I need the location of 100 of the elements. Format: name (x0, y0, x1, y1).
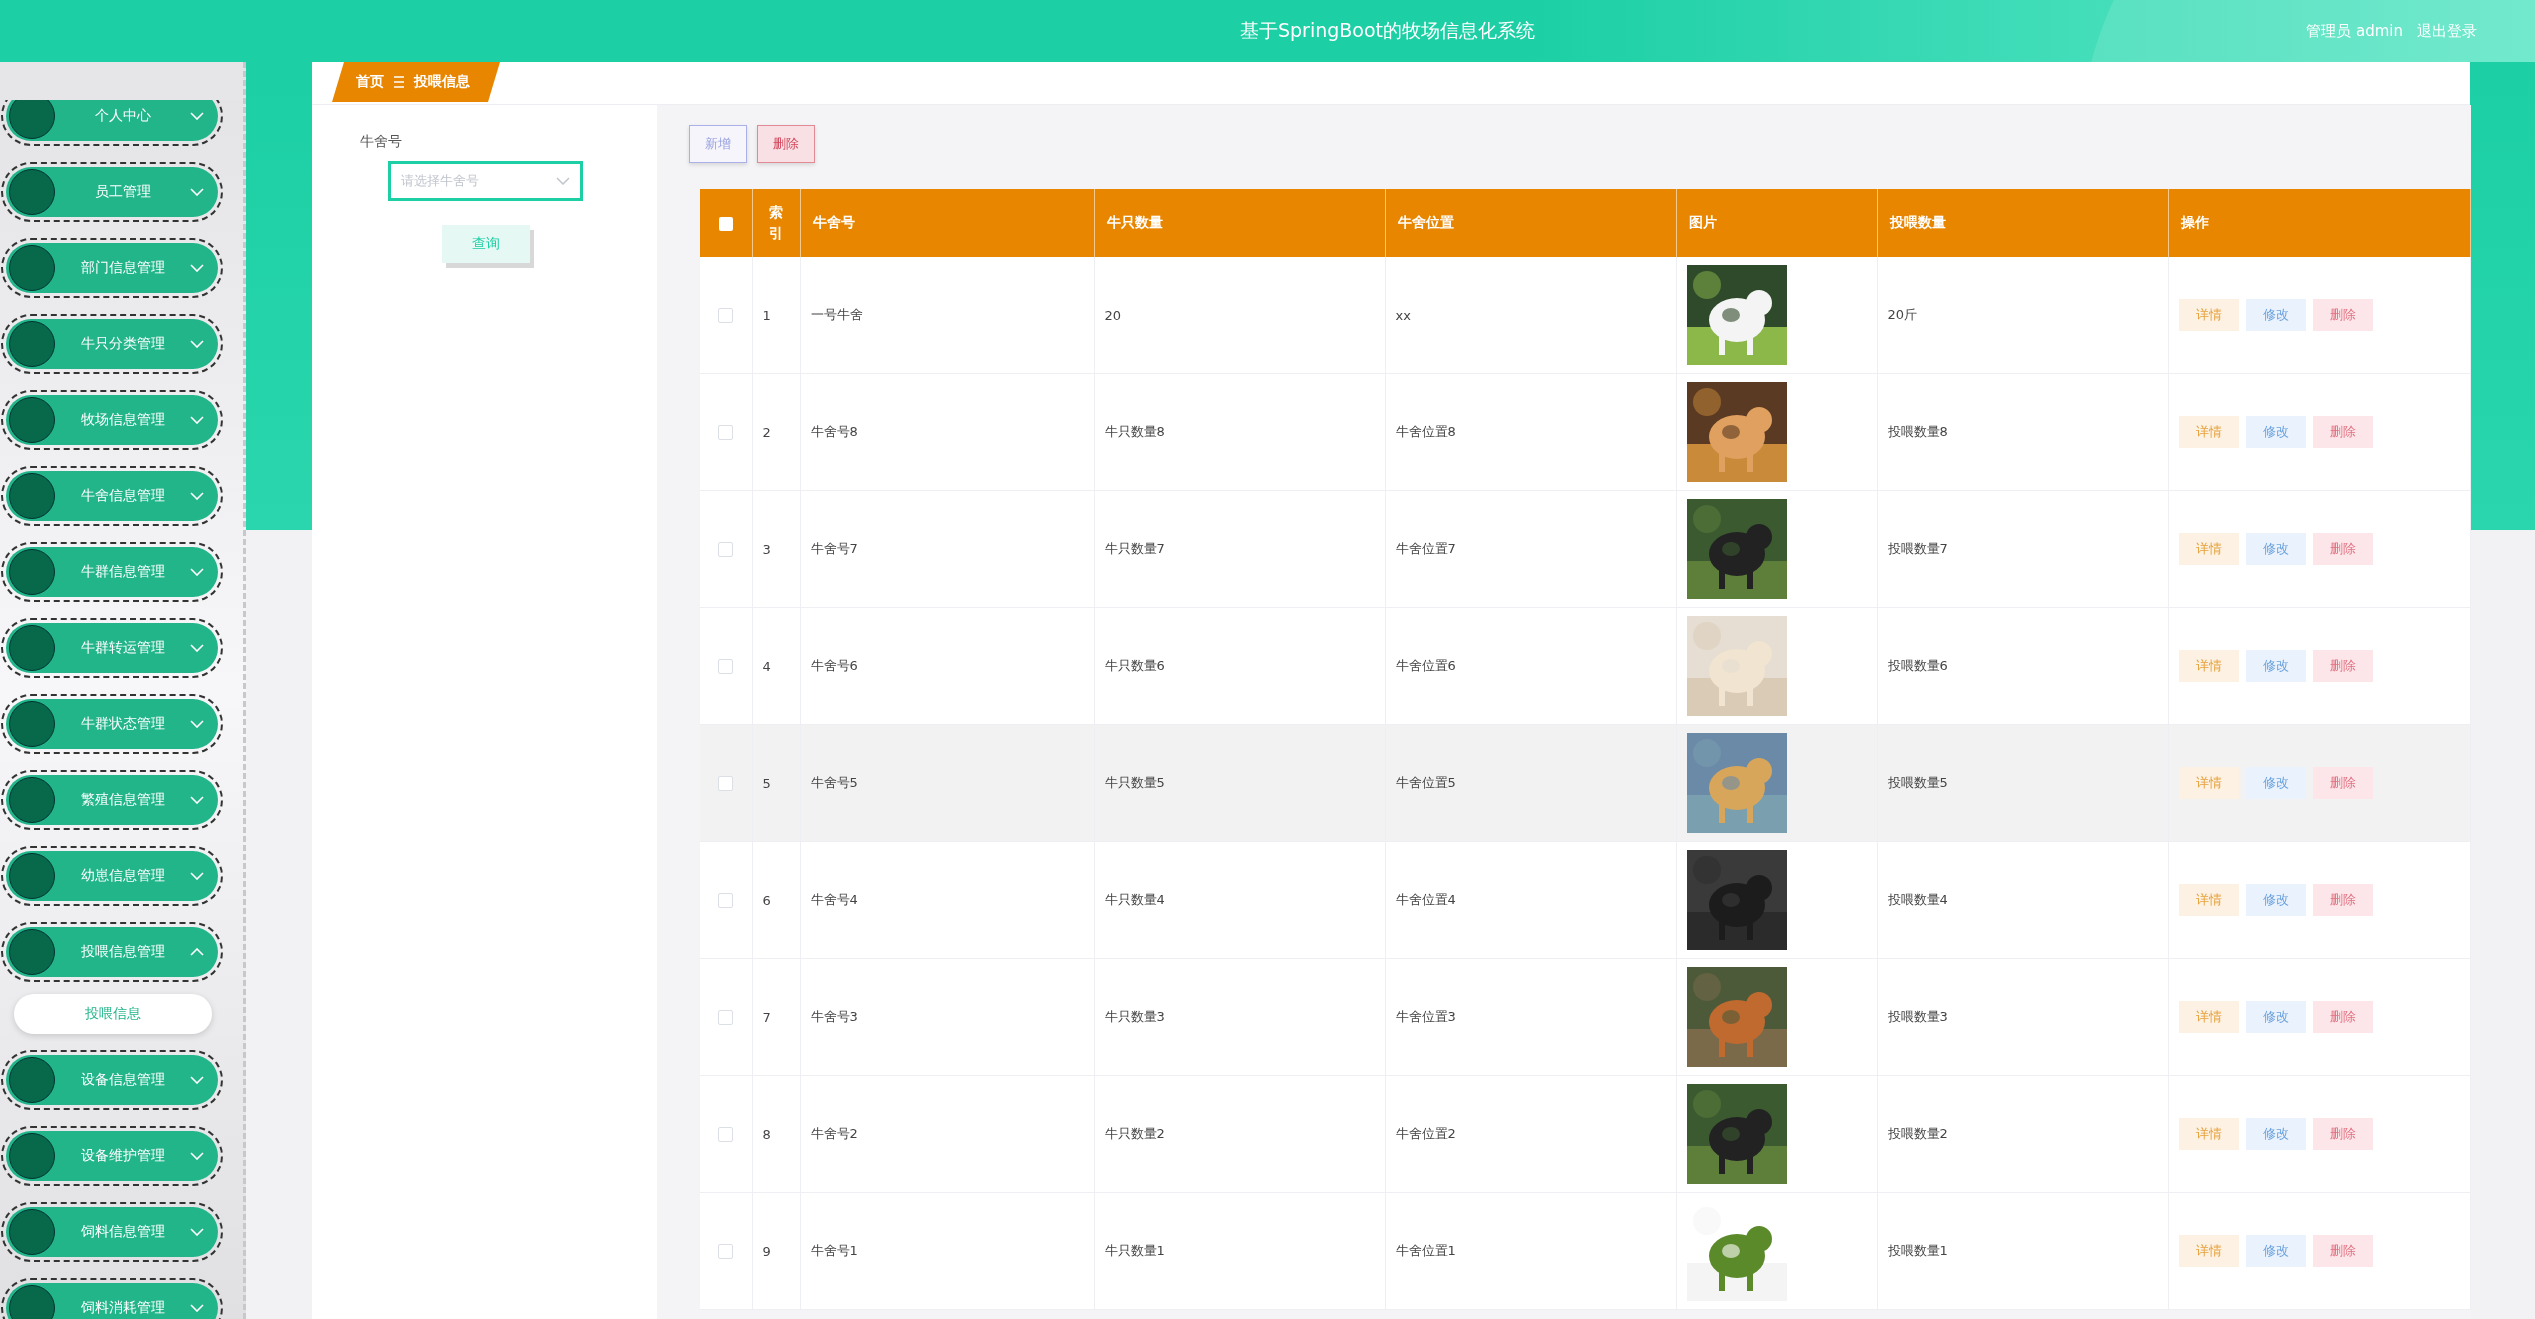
delete-button[interactable]: 删除 (2312, 533, 2373, 565)
row-checkbox[interactable] (718, 308, 734, 323)
table-cell: 牛只数量6 (1104, 658, 1165, 673)
row-checkbox[interactable] (718, 425, 734, 440)
table-cell: 牛舍位置4 (1395, 892, 1456, 907)
table-cell: 牛只数量3 (1104, 1009, 1165, 1024)
column-header[interactable]: 牛舍位置 (1397, 214, 1454, 230)
row-checkbox[interactable] (718, 893, 734, 908)
edit-button[interactable]: 修改 (2245, 299, 2306, 331)
table-cell: 投喂数量5 (1887, 775, 1948, 790)
delete-button[interactable]: 删除 (2312, 416, 2373, 448)
detail-button[interactable]: 详情 (2178, 1118, 2239, 1150)
table-cell: 牛舍号5 (810, 775, 858, 790)
edit-button[interactable]: 修改 (2245, 1118, 2306, 1150)
chevron-down-icon (190, 264, 204, 272)
detail-button[interactable]: 详情 (2178, 1235, 2239, 1267)
table-cell: 7 (762, 1009, 771, 1025)
table-cell: 牛只数量5 (1104, 775, 1165, 790)
column-header[interactable]: 索引 (769, 202, 783, 244)
detail-button[interactable]: 详情 (2178, 416, 2239, 448)
table-cell: 3 (762, 541, 771, 557)
row-checkbox[interactable] (718, 1127, 734, 1142)
table-cell: 牛舍位置2 (1395, 1126, 1456, 1141)
table-row[interactable]: 5 牛舍号5 牛只数量5 牛舍位置5 投喂数量5 详情 修改 删除 (700, 724, 2470, 842)
table-cell: 牛舍位置6 (1395, 658, 1456, 673)
row-checkbox[interactable] (718, 542, 734, 557)
table-cell: 牛舍号8 (810, 424, 858, 439)
detail-button[interactable]: 详情 (2178, 533, 2239, 565)
table-cell: 投喂数量7 (1887, 541, 1948, 556)
select-all-checkbox[interactable] (718, 217, 733, 231)
table-cell: 一号牛舍 (810, 307, 863, 322)
delete-button[interactable]: 删除 (757, 125, 815, 163)
detail-button[interactable]: 详情 (2178, 650, 2239, 682)
table-row[interactable]: 6 牛舍号4 牛只数量4 牛舍位置4 投喂数量4 详情 修改 删除 (700, 841, 2470, 959)
table-row[interactable]: 3 牛舍号7 牛只数量7 牛舍位置7 投喂数量7 详情 修改 删除 (700, 490, 2470, 608)
delete-button[interactable]: 删除 (2312, 650, 2373, 682)
add-button[interactable]: 新增 (689, 125, 747, 163)
column-header[interactable]: 图片 (1688, 214, 1717, 230)
column-header[interactable]: 操作 (2180, 214, 2209, 230)
table-cell: 投喂数量4 (1887, 892, 1948, 907)
edit-button[interactable]: 修改 (2245, 650, 2306, 682)
chevron-down-icon (190, 568, 204, 576)
table-cell: 牛只数量8 (1104, 424, 1165, 439)
chevron-down-icon (190, 416, 204, 424)
detail-button[interactable]: 详情 (2178, 1001, 2239, 1033)
delete-button[interactable]: 删除 (2312, 1001, 2373, 1033)
submenu-item[interactable]: 投喂信息 (14, 994, 212, 1034)
column-header[interactable]: 投喂数量 (1889, 214, 1946, 230)
table-row[interactable]: 2 牛舍号8 牛只数量8 牛舍位置8 投喂数量8 详情 修改 删除 (700, 373, 2470, 491)
table-cell: 牛舍号3 (810, 1009, 858, 1024)
breadcrumb-item: 投喂信息 (414, 73, 470, 91)
chevron-up-icon (190, 948, 204, 956)
detail-button[interactable]: 详情 (2178, 767, 2239, 799)
edit-button[interactable]: 修改 (2245, 767, 2306, 799)
table-cell: 2 (762, 424, 771, 440)
chevron-down-icon (190, 1304, 204, 1312)
detail-button[interactable]: 详情 (2178, 299, 2239, 331)
table-row[interactable]: 9 牛舍号1 牛只数量1 牛舍位置1 投喂数量1 详情 修改 删除 (700, 1192, 2470, 1310)
table-row[interactable]: 1 一号牛舍 20 xx 20斤 详情 修改 删除 (700, 257, 2470, 374)
edit-button[interactable]: 修改 (2245, 416, 2306, 448)
table-cell: 9 (762, 1243, 771, 1259)
delete-button[interactable]: 删除 (2312, 884, 2373, 916)
edit-button[interactable]: 修改 (2245, 1001, 2306, 1033)
table-cell: 牛舍号7 (810, 541, 858, 556)
delete-button[interactable]: 删除 (2312, 299, 2373, 331)
edit-button[interactable]: 修改 (2245, 1235, 2306, 1267)
table-cell: 牛舍号1 (810, 1243, 858, 1258)
chevron-down-icon (190, 340, 204, 348)
row-checkbox[interactable] (718, 776, 734, 791)
system-title: 基于SpringBoot的牧场信息化系统 (1240, 18, 1536, 43)
column-header[interactable]: 牛舍号 (812, 214, 855, 230)
user-label: 管理员 admin (2306, 21, 2403, 41)
logout-link[interactable]: 退出登录 (2417, 21, 2477, 41)
shed-select[interactable]: 请选择牛舍号 (388, 161, 583, 201)
table-row[interactable]: 4 牛舍号6 牛只数量6 牛舍位置6 投喂数量6 详情 修改 删除 (700, 607, 2470, 725)
table-cell: 牛只数量1 (1104, 1243, 1165, 1258)
table-cell: 牛只数量2 (1104, 1126, 1165, 1141)
delete-button[interactable]: 删除 (2312, 767, 2373, 799)
row-checkbox[interactable] (718, 659, 734, 674)
breadcrumb-item[interactable]: 首页 (356, 73, 384, 91)
column-header[interactable]: 牛只数量 (1106, 214, 1163, 230)
row-checkbox[interactable] (718, 1244, 734, 1259)
chevron-down-icon (190, 188, 204, 196)
chevron-down-icon (190, 796, 204, 804)
edit-button[interactable]: 修改 (2245, 884, 2306, 916)
table-row[interactable]: 8 牛舍号2 牛只数量2 牛舍位置2 投喂数量2 详情 修改 删除 (700, 1075, 2470, 1193)
table-cell: 牛舍号2 (810, 1126, 858, 1141)
delete-button[interactable]: 删除 (2312, 1235, 2373, 1267)
chevron-down-icon (190, 1228, 204, 1236)
filter-label: 牛舍号 (360, 133, 402, 151)
chevron-down-icon (190, 112, 204, 120)
row-checkbox[interactable] (718, 1010, 734, 1025)
table-cell: 20 (1104, 307, 1122, 323)
table-cell: 牛舍位置3 (1395, 1009, 1456, 1024)
table-cell: 投喂数量8 (1887, 424, 1948, 439)
detail-button[interactable]: 详情 (2178, 884, 2239, 916)
edit-button[interactable]: 修改 (2245, 533, 2306, 565)
delete-button[interactable]: 删除 (2312, 1118, 2373, 1150)
table-row[interactable]: 7 牛舍号3 牛只数量3 牛舍位置3 投喂数量3 详情 修改 删除 (700, 958, 2470, 1076)
chevron-down-icon (190, 872, 204, 880)
